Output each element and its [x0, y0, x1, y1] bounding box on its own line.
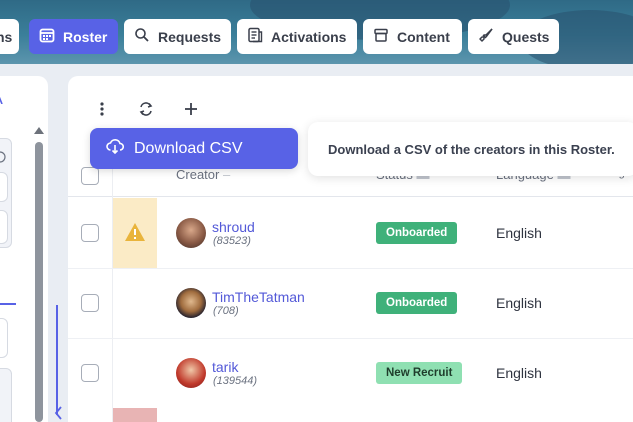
language-value: English [496, 365, 542, 381]
more-options-icon[interactable] [92, 99, 112, 119]
chevron-down-icon [0, 92, 4, 107]
download-csv-label: Download CSV [134, 139, 243, 157]
download-csv-button[interactable]: Download CSV [90, 128, 298, 169]
document-icon [247, 27, 263, 46]
creator-name-link[interactable]: TimTheTatman [212, 289, 305, 305]
filter-select[interactable] [0, 172, 8, 202]
row-checkbox[interactable] [81, 294, 99, 312]
tab-label: Activations [271, 28, 347, 45]
error-cell [113, 408, 157, 422]
archive-icon [373, 27, 389, 46]
creator-name-link[interactable]: shroud [212, 219, 255, 235]
tab-previous[interactable]: ns [0, 19, 19, 54]
creator-id: (708) [213, 305, 239, 317]
tab-requests[interactable]: Requests [124, 19, 231, 54]
language-value: English [496, 225, 542, 241]
tab-label: ns [0, 28, 13, 45]
creator-id: (83523) [213, 235, 251, 247]
scroll-up-arrow[interactable] [34, 127, 44, 134]
status-badge: Onboarded [376, 222, 458, 244]
tab-label: Quests [502, 28, 550, 45]
sidebar-collapse-bar[interactable] [56, 305, 58, 415]
warning-icon[interactable] [124, 222, 146, 247]
add-icon[interactable] [181, 99, 201, 119]
avatar [176, 218, 206, 248]
download-csv-tooltip: Download a CSV of the creators in this R… [308, 122, 633, 176]
row-checkbox[interactable] [81, 224, 99, 242]
select-all-checkbox[interactable] [81, 167, 99, 185]
active-filter-indicator [0, 303, 16, 305]
calendar-icon [39, 27, 55, 46]
column-divider [112, 150, 113, 422]
sword-icon [478, 27, 494, 46]
filter-input[interactable] [0, 318, 8, 358]
avatar [176, 358, 206, 388]
chevron-left-icon[interactable] [54, 406, 62, 422]
search-icon [134, 27, 150, 46]
tab-label: Requests [158, 28, 222, 45]
row-divider [68, 338, 633, 339]
left-panel-scrollbar[interactable] [35, 142, 43, 422]
avatar [176, 288, 206, 318]
column-header-creator[interactable]: Creator – [176, 167, 230, 182]
tab-roster[interactable]: Roster [29, 19, 118, 54]
row-checkbox[interactable] [81, 364, 99, 382]
top-navigation: ns Roster Requests Activations Content Q… [0, 0, 633, 64]
cloud-download-icon [106, 138, 124, 159]
creator-id: (139544) [213, 375, 258, 387]
filter-group [0, 368, 12, 422]
creator-name-link[interactable]: tarik [212, 359, 238, 375]
row-divider [68, 268, 633, 269]
tab-label: Roster [63, 28, 108, 45]
tooltip-text: Download a CSV of the creators in this R… [328, 141, 615, 157]
info-icon[interactable] [0, 150, 8, 168]
language-value: English [496, 295, 542, 311]
refresh-icon[interactable] [136, 99, 156, 119]
tab-label: Content [397, 28, 450, 45]
tab-content[interactable]: Content [363, 19, 462, 54]
status-badge: New Recruit [376, 362, 463, 384]
tab-activations[interactable]: Activations [237, 19, 357, 54]
filter-input[interactable] [0, 210, 8, 244]
tab-quests[interactable]: Quests [468, 19, 559, 54]
status-badge: Onboarded [376, 292, 458, 314]
